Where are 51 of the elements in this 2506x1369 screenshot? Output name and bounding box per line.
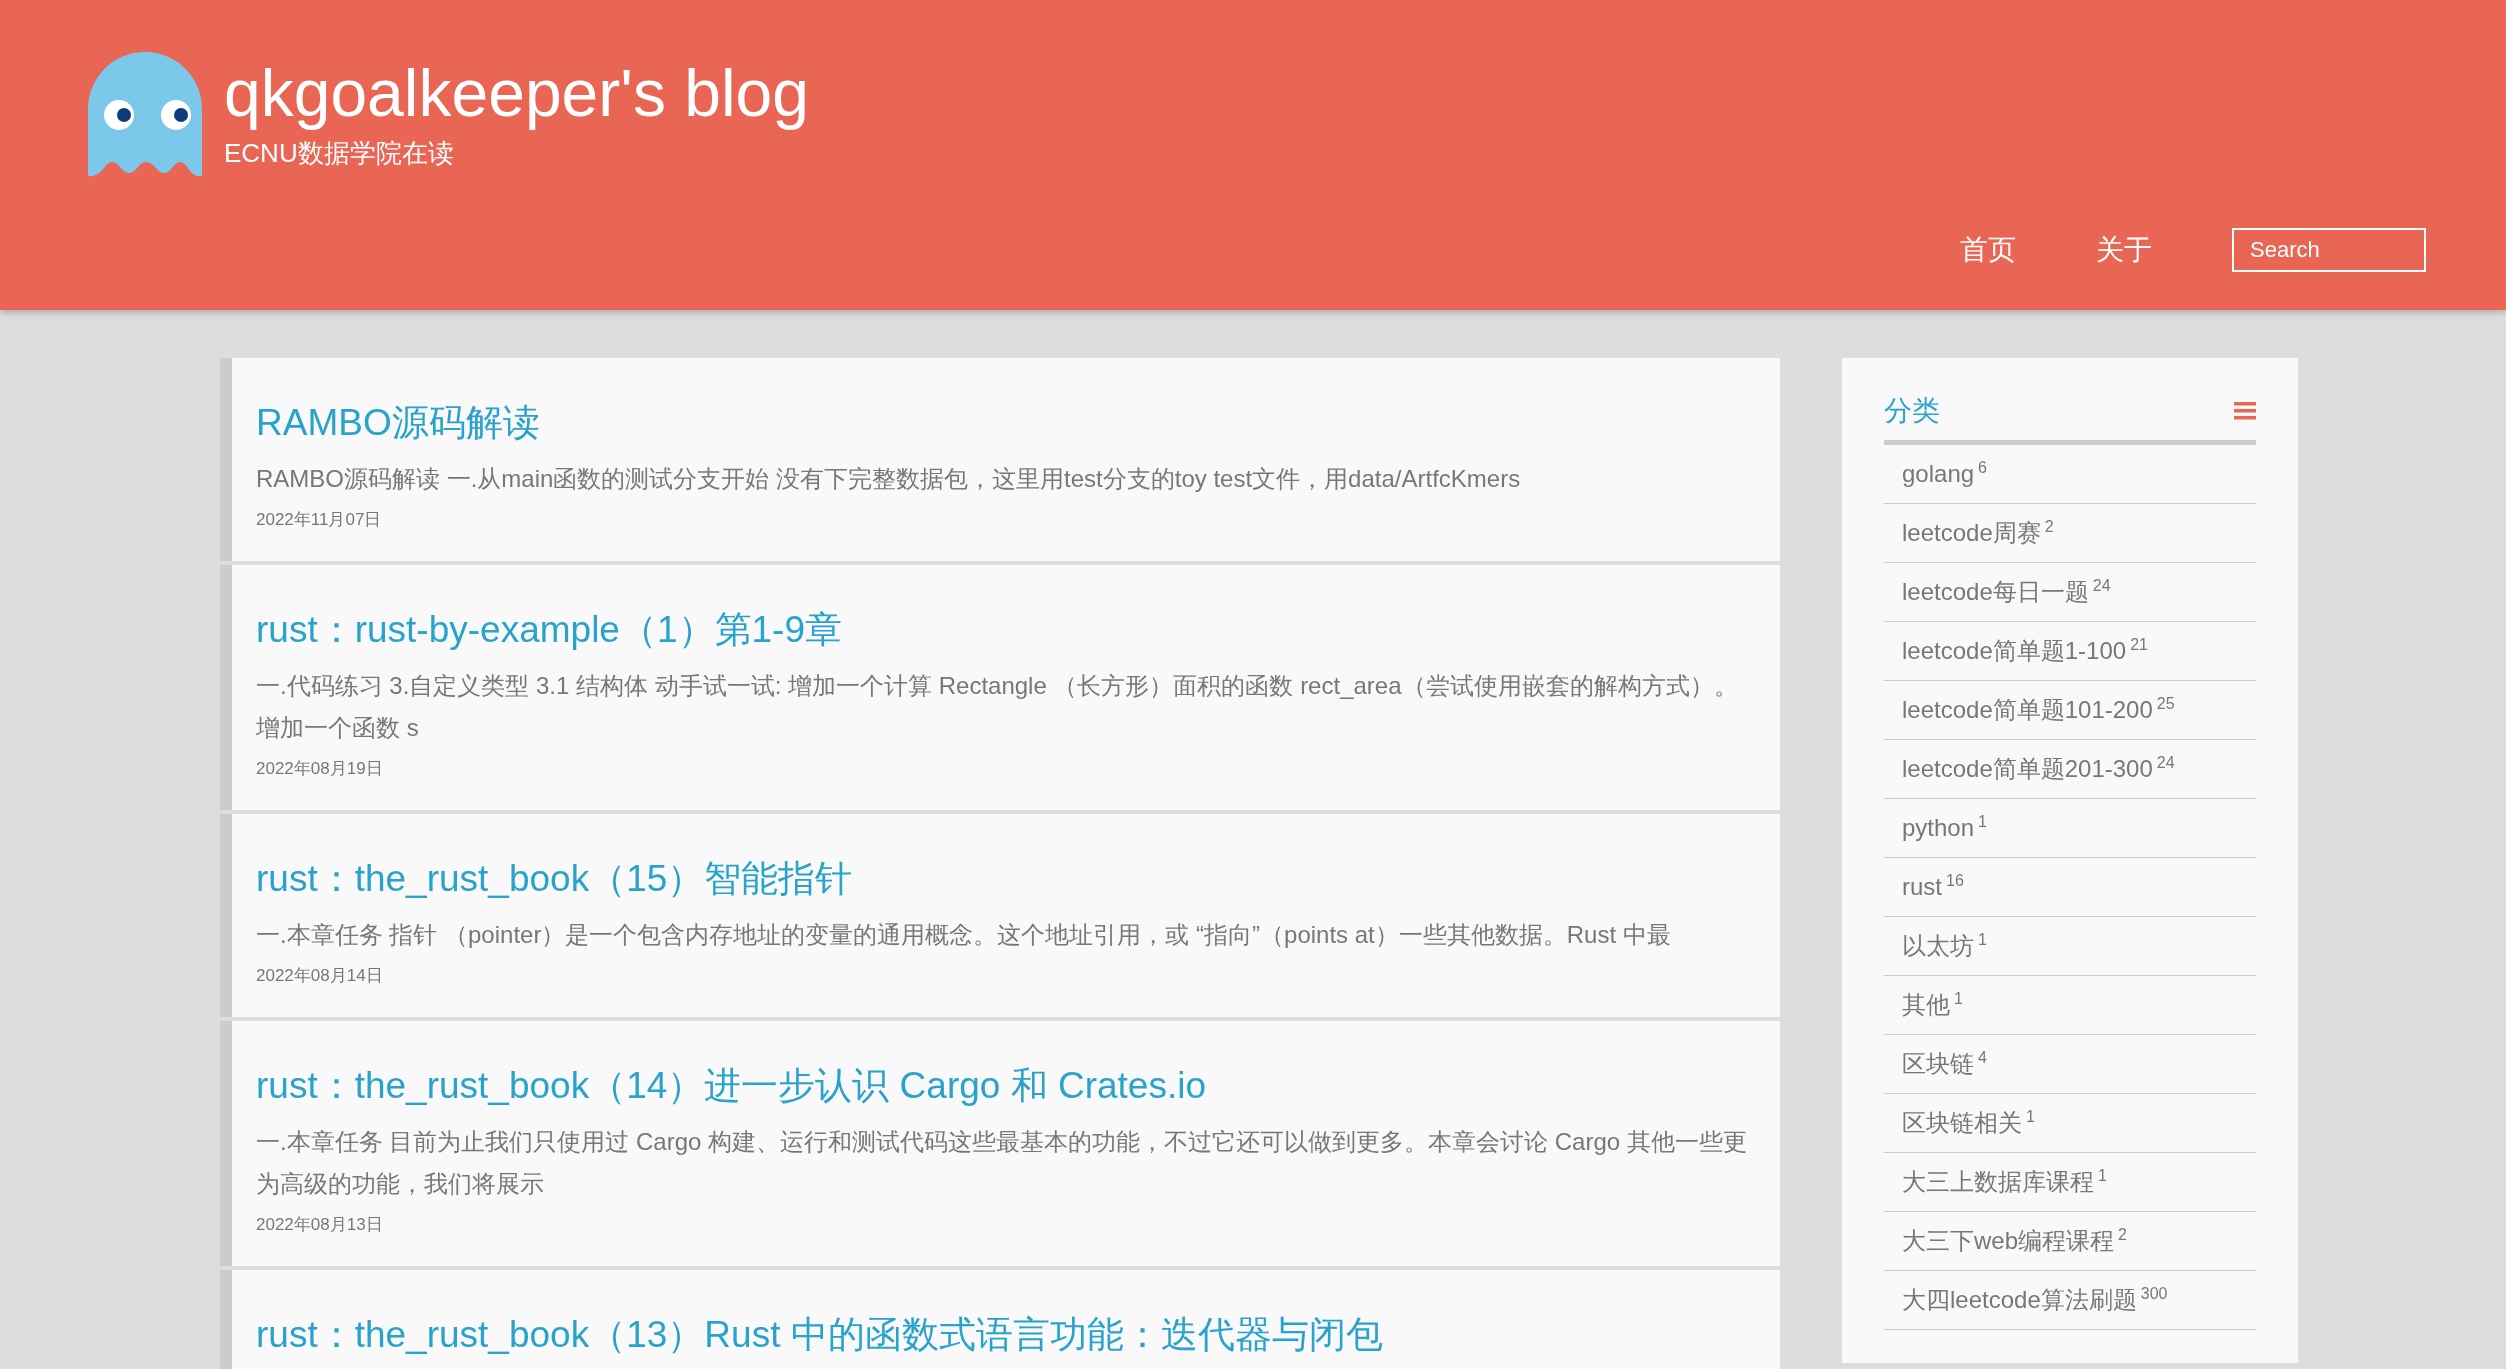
category-count: 1 [2026,1108,2035,1125]
category-count: 24 [2092,577,2111,594]
post-excerpt: RAMBO源码解读 一.从main函数的测试分支开始 没有下完整数据包，这里用test分支的toy test文件，用data/ArtfcKmers [256,464,1522,494]
category-link[interactable]: 其他 $^{1}$ [1884,976,2256,1035]
post-excerpt: 一.本章任务 目前为止我们只使用过 Cargo 构建、运行和测试代码这些最基本的功能，不过它还可以做到更多。本章会讨论 Cargo 其他一些更为高级的功能，我们将展示 [256,1127,1748,1199]
category-count: 1 [1978,931,1987,948]
nav-link[interactable]: 首页 [1960,231,2016,269]
category-count: 2 [2118,1226,2127,1243]
site-subtitle: ECNU数据学院在读 [224,137,455,170]
category-link[interactable]: python $^{1}$ [1884,799,2256,858]
category-link[interactable]: 以太坊 $^{1}$ [1884,917,2256,976]
nav-link[interactable]: 关于 [2096,231,2152,269]
category-link[interactable]: 区块链相关 $^{1}$ [1884,1094,2256,1153]
category-count: 16 [1946,872,1964,889]
category-count: 4 [1978,1049,1987,1066]
category-link[interactable]: 区块链 $^{4}$ [1884,1035,2256,1094]
search-field[interactable]: Search [2232,228,2426,272]
category-link[interactable]: leetcode简单题201-300 $^{24}$ [1884,740,2256,799]
post-date: 2022年08月14日 [256,965,384,987]
category-link[interactable]: 大三上数据库课程 $^{1}$ [1884,1153,2256,1212]
category-link[interactable]: leetcode简单题1-100 $^{21}$ [1884,622,2256,681]
post-date: 2022年08月19日 [256,758,384,780]
category-count: 1 [1978,813,1987,830]
post-title[interactable]: rust：the_rust_book（13）Rust 中的函数式语言功能：迭代器与闭包 [256,1310,1756,1360]
category-count: 300 [2140,1285,2168,1302]
category-link[interactable]: leetcode每日一题 $^{24}$ [1884,563,2256,622]
post-title[interactable]: rust：the_rust_book（15）智能指针 [256,854,1756,904]
category-count: 24 [2156,754,2175,771]
category-link[interactable]: leetcode周赛 $^{2}$ [1884,504,2256,563]
category-count: 25 [2156,695,2175,712]
category-link[interactable]: golang $^{6}$ [1884,445,2256,504]
site-title[interactable]: qkgoalkeeper's blog [224,52,809,134]
post-title[interactable]: rust：rust-by-example（1）第1-9章 [256,605,1756,655]
category-count: 2 [2044,518,2054,535]
post-date: 2022年11月07日 [256,509,383,531]
category-count: 1 [2098,1167,2107,1184]
category-link[interactable]: 大四leetcode算法刷题 $^{300}$ [1884,1271,2256,1330]
category-link[interactable]: rust $^{16}$ [1884,858,2256,917]
menu-icon[interactable] [2234,402,2256,420]
category-heading: 分类 [1884,394,1940,428]
category-link[interactable]: leetcode简单题101-200 $^{25}$ [1884,681,2256,740]
post-title[interactable]: RAMBO源码解读 [256,398,1756,448]
category-link[interactable]: 大三下web编程课程 $^{2}$ [1884,1212,2256,1271]
post-excerpt: 一.代码练习 3.自定义类型 3.1 结构体 动手试一试: 增加一个计算 Rectangle （长方形）面积的函数 rect_area（尝试使用嵌套的解构方式）。增加一个函数 s [256,671,1739,743]
post-title[interactable]: rust：the_rust_book（14）进一步认识 Cargo 和 Crates.io [256,1061,1756,1111]
category-count: 6 [1978,459,1987,476]
post-date: 2022年08月13日 [256,1214,384,1236]
post-excerpt: 一.本章任务 指针 （pointer）是一个包含内存地址的变量的通用概念。这个地址引用，或 “指向”（points at）一些其他数据。Rust 中最 [256,920,1672,950]
category-count: 1 [1954,990,1963,1007]
category-count: 21 [2130,636,2148,653]
ghost-logo-icon [88,52,202,178]
